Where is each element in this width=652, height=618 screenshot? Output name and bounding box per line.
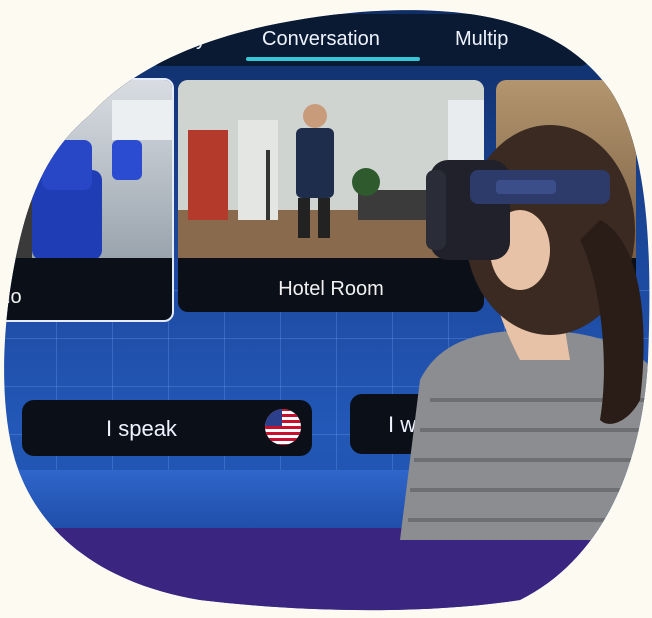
train-seat-icon — [0, 80, 172, 258]
active-tab-indicator — [246, 57, 420, 61]
bottom-purple-band — [0, 528, 652, 618]
tab-multiplayer[interactable]: Multip — [455, 28, 508, 51]
train-interior-thumbnail — [0, 80, 172, 258]
i-speak-button[interactable]: I speak — [22, 400, 312, 456]
scenario-card-train[interactable]: lo — [0, 78, 174, 322]
us-flag-icon — [264, 408, 302, 446]
tab-conversation[interactable]: Conversation — [262, 28, 380, 51]
card-label-train: lo — [6, 286, 22, 308]
vr-screenshot-frame: y Conversation Multip lo Hotel Room I sp… — [0, 0, 652, 611]
person-with-vr-headset — [400, 100, 652, 540]
i-speak-label: I speak — [106, 416, 177, 441]
tab-previous[interactable]: y — [196, 28, 206, 51]
